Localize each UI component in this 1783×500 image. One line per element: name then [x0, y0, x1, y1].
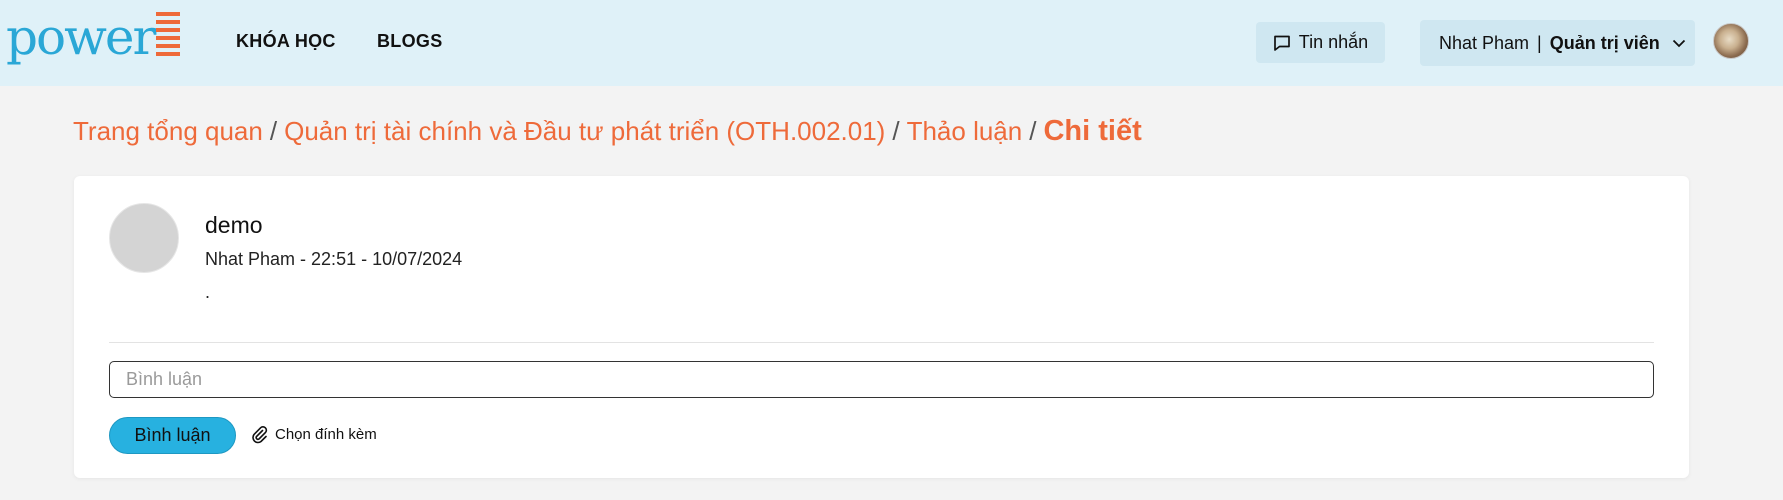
user-name: Nhat Pham: [1439, 32, 1530, 53]
messages-label: Tin nhắn: [1298, 32, 1369, 52]
chat-icon: [1273, 35, 1290, 51]
breadcrumb-separator: /: [269, 116, 278, 146]
breadcrumb-course[interactable]: Quản trị tài chính và Đầu tư phát triển …: [284, 116, 885, 147]
logo-mark-icon: [156, 12, 181, 56]
user-role: Quản trị viên: [1549, 32, 1660, 53]
power-logo[interactable]: power: [6, 8, 181, 66]
attach-file-label: Chọn đính kèm: [275, 425, 377, 443]
attach-file-button[interactable]: Chọn đính kèm: [249, 424, 377, 444]
breadcrumb-separator: /: [892, 116, 900, 146]
breadcrumb-separator: /: [1029, 116, 1037, 146]
submit-comment-button[interactable]: Bình luận: [109, 417, 236, 454]
breadcrumb-dashboard[interactable]: Trang tổng quan: [73, 116, 263, 147]
post-card: demo Nhat Pham - 22:51 - 10/07/2024 . Bì…: [74, 176, 1689, 478]
logo-text: power: [6, 8, 156, 66]
paperclip-icon: [252, 426, 268, 444]
divider: [109, 342, 1654, 343]
user-menu[interactable]: Nhat Pham | Quản trị viên: [1420, 20, 1695, 66]
post-meta: Nhat Pham - 22:51 - 10/07/2024: [205, 249, 463, 269]
post-body: .: [205, 282, 211, 302]
user-separator: |: [1537, 32, 1542, 53]
breadcrumb: Trang tổng quan / Quản trị tài chính và …: [73, 115, 1142, 148]
top-header: power KHÓA HỌC BLOGS Tin nhắn Nhat Pham …: [0, 0, 1783, 86]
nav-blogs[interactable]: BLOGS: [377, 31, 443, 52]
chevron-down-icon: [1672, 39, 1686, 48]
user-avatar[interactable]: [1713, 23, 1749, 59]
breadcrumb-current: Chi tiết: [1043, 115, 1142, 147]
nav-courses[interactable]: KHÓA HỌC: [236, 31, 336, 52]
comment-input[interactable]: [109, 361, 1654, 398]
post-title: demo: [205, 212, 263, 238]
breadcrumb-discussion[interactable]: Thảo luận: [907, 116, 1023, 147]
messages-button[interactable]: Tin nhắn: [1256, 22, 1385, 63]
post-author-avatar: [109, 203, 179, 273]
